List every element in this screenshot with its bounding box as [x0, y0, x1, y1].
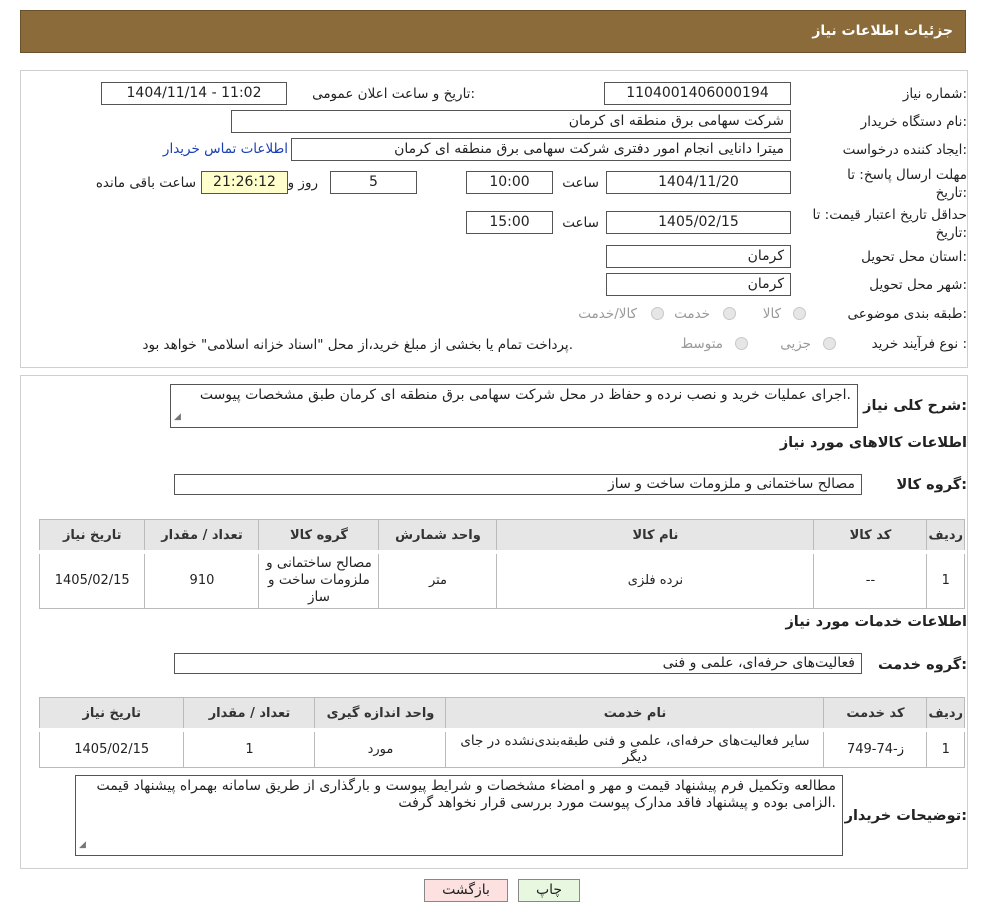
services-cell-row: 1: [926, 729, 965, 768]
announce-label: تاریخ و ساعت اعلان عمومی:: [312, 86, 475, 102]
services-section-title: اطلاعات خدمات مورد نیاز: [785, 614, 967, 630]
buyer-label: نام دستگاه خریدار:: [860, 114, 967, 130]
process-note: پرداخت تمام یا بخشی از مبلغ خرید،از محل …: [142, 337, 573, 353]
notes-label: توضیحات خریدار:: [844, 808, 967, 824]
goods-col-name: نام کالا: [496, 519, 815, 554]
need-number-label: شماره نیاز:: [902, 86, 967, 102]
services-cell-date: 1405/02/15: [38, 729, 185, 768]
goods-col-row: ردیف: [926, 519, 965, 554]
services-group-field: فعالیت‌های حرفه‌ای، علمی و فنی: [174, 653, 862, 674]
services-group-label: گروه خدمت:: [877, 657, 967, 673]
need-number-field: 1104001406000194: [604, 82, 791, 105]
print-button[interactable]: چاپ: [518, 879, 580, 902]
services-table: ردیف کد خدمت نام خدمت واحد اندازه گیری ت…: [38, 697, 965, 768]
announce-field: 1404/11/14 - 11:02: [101, 82, 287, 105]
process-label: نوع فرآیند خرید :: [871, 336, 967, 352]
notes-text: مطالعه وتکمیل فرم پیشنهاد قیمت و مهر و ا…: [96, 778, 836, 811]
process-partial-radio[interactable]: [823, 337, 836, 350]
goods-group-field: مصالح ساختمانی و ملزومات ساخت و ساز: [174, 474, 862, 495]
services-col-row: ردیف: [926, 697, 965, 732]
buyer-field: شرکت سهامی برق منطقه ای کرمان: [231, 110, 791, 133]
validity-date-field: 1405/02/15: [606, 211, 791, 234]
table-row: 1 ز-74-749 سایر فعالیت‌های حرفه‌ای، علمی…: [38, 729, 965, 768]
page-title: جزئیات اطلاعات نیاز: [812, 23, 953, 39]
services-cell-qty: 1: [183, 729, 316, 768]
deadline-time-label: ساعت: [562, 175, 599, 191]
goods-cell-code: --: [813, 551, 928, 609]
goods-col-qty: تعداد / مقدار: [144, 519, 260, 554]
province-label: استان محل تحویل:: [861, 249, 967, 265]
deadline-label: مهلت ارسال پاسخ: تا تاریخ:: [847, 167, 967, 201]
validity-label: حداقل تاریخ اعتبار قیمت: تا تاریخ:: [812, 207, 967, 241]
goods-group-label: گروه کالا:: [896, 477, 967, 493]
category-goods-service-radio[interactable]: [651, 307, 664, 320]
remaining-time-field: 21:26:12: [201, 171, 288, 194]
services-cell-name: سایر فعالیت‌های حرفه‌ای، علمی و فنی طبقه…: [445, 729, 825, 768]
category-service-radio[interactable]: [723, 307, 736, 320]
category-label: طبقه بندی موضوعی:: [847, 306, 967, 322]
days-label: روز و: [287, 175, 318, 191]
goods-cell-group: مصالح ساختمانی و ملزومات ساخت و ساز: [258, 551, 380, 609]
days-field: 5: [330, 171, 417, 194]
goods-cell-row: 1: [926, 551, 965, 609]
city-label: شهر محل تحویل:: [869, 277, 967, 293]
process-medium-radio[interactable]: [735, 337, 748, 350]
goods-col-unit: واحد شمارش: [378, 519, 498, 554]
category-goods-label: کالا: [762, 306, 781, 322]
services-col-name: نام خدمت: [445, 697, 825, 732]
description-text: اجرای عملیات خرید و نصب نرده و حفاظ در م…: [199, 387, 851, 403]
process-medium-label: متوسط: [680, 336, 723, 352]
deadline-date-field: 1404/11/20: [606, 171, 791, 194]
creator-field: میترا دانایی انجام امور دفتری شرکت سهامی…: [291, 138, 791, 161]
page-header: جزئیات اطلاعات نیاز: [20, 10, 966, 53]
goods-cell-unit: متر: [378, 551, 498, 609]
creator-label: ایجاد کننده درخواست:: [842, 142, 967, 158]
validity-time-label: ساعت: [562, 215, 599, 231]
goods-col-date: تاریخ نیاز: [38, 519, 146, 554]
goods-section-title: اطلاعات کالاهای مورد نیاز: [779, 435, 967, 451]
notes-field: مطالعه وتکمیل فرم پیشنهاد قیمت و مهر و ا…: [75, 775, 843, 856]
remaining-label: ساعت باقی مانده: [95, 175, 196, 191]
category-service-label: خدمت: [674, 306, 710, 322]
services-col-qty: تعداد / مقدار: [183, 697, 316, 732]
description-field: اجرای عملیات خرید و نصب نرده و حفاظ در م…: [170, 384, 858, 428]
validity-time-field: 15:00: [466, 211, 553, 234]
table-row: 1 -- نرده فلزی متر مصالح ساختمانی و ملزو…: [38, 551, 965, 609]
province-field: کرمان: [606, 245, 791, 268]
city-field: کرمان: [606, 273, 791, 296]
goods-cell-name: نرده فلزی: [496, 551, 815, 609]
goods-col-code: کد کالا: [813, 519, 928, 554]
services-col-code: کد خدمت: [823, 697, 928, 732]
goods-table: ردیف کد کالا نام کالا واحد شمارش گروه کا…: [38, 519, 965, 609]
process-partial-label: جزیی: [780, 336, 811, 352]
category-goods-radio[interactable]: [793, 307, 806, 320]
buyer-contact-link[interactable]: اطلاعات تماس خریدار: [163, 141, 288, 157]
goods-cell-qty: 910: [144, 551, 260, 609]
services-col-unit: واحد اندازه گیری: [314, 697, 447, 732]
description-label: شرح کلی نیاز:: [863, 398, 967, 414]
services-col-date: تاریخ نیاز: [38, 697, 185, 732]
services-cell-unit: مورد: [314, 729, 447, 768]
goods-cell-date: 1405/02/15: [38, 551, 146, 609]
category-goods-service-label: کالا/خدمت: [578, 306, 637, 322]
back-button[interactable]: بازگشت: [424, 879, 508, 902]
deadline-time-field: 10:00: [466, 171, 553, 194]
services-cell-code: ز-74-749: [823, 729, 928, 768]
goods-col-group: گروه کالا: [258, 519, 380, 554]
